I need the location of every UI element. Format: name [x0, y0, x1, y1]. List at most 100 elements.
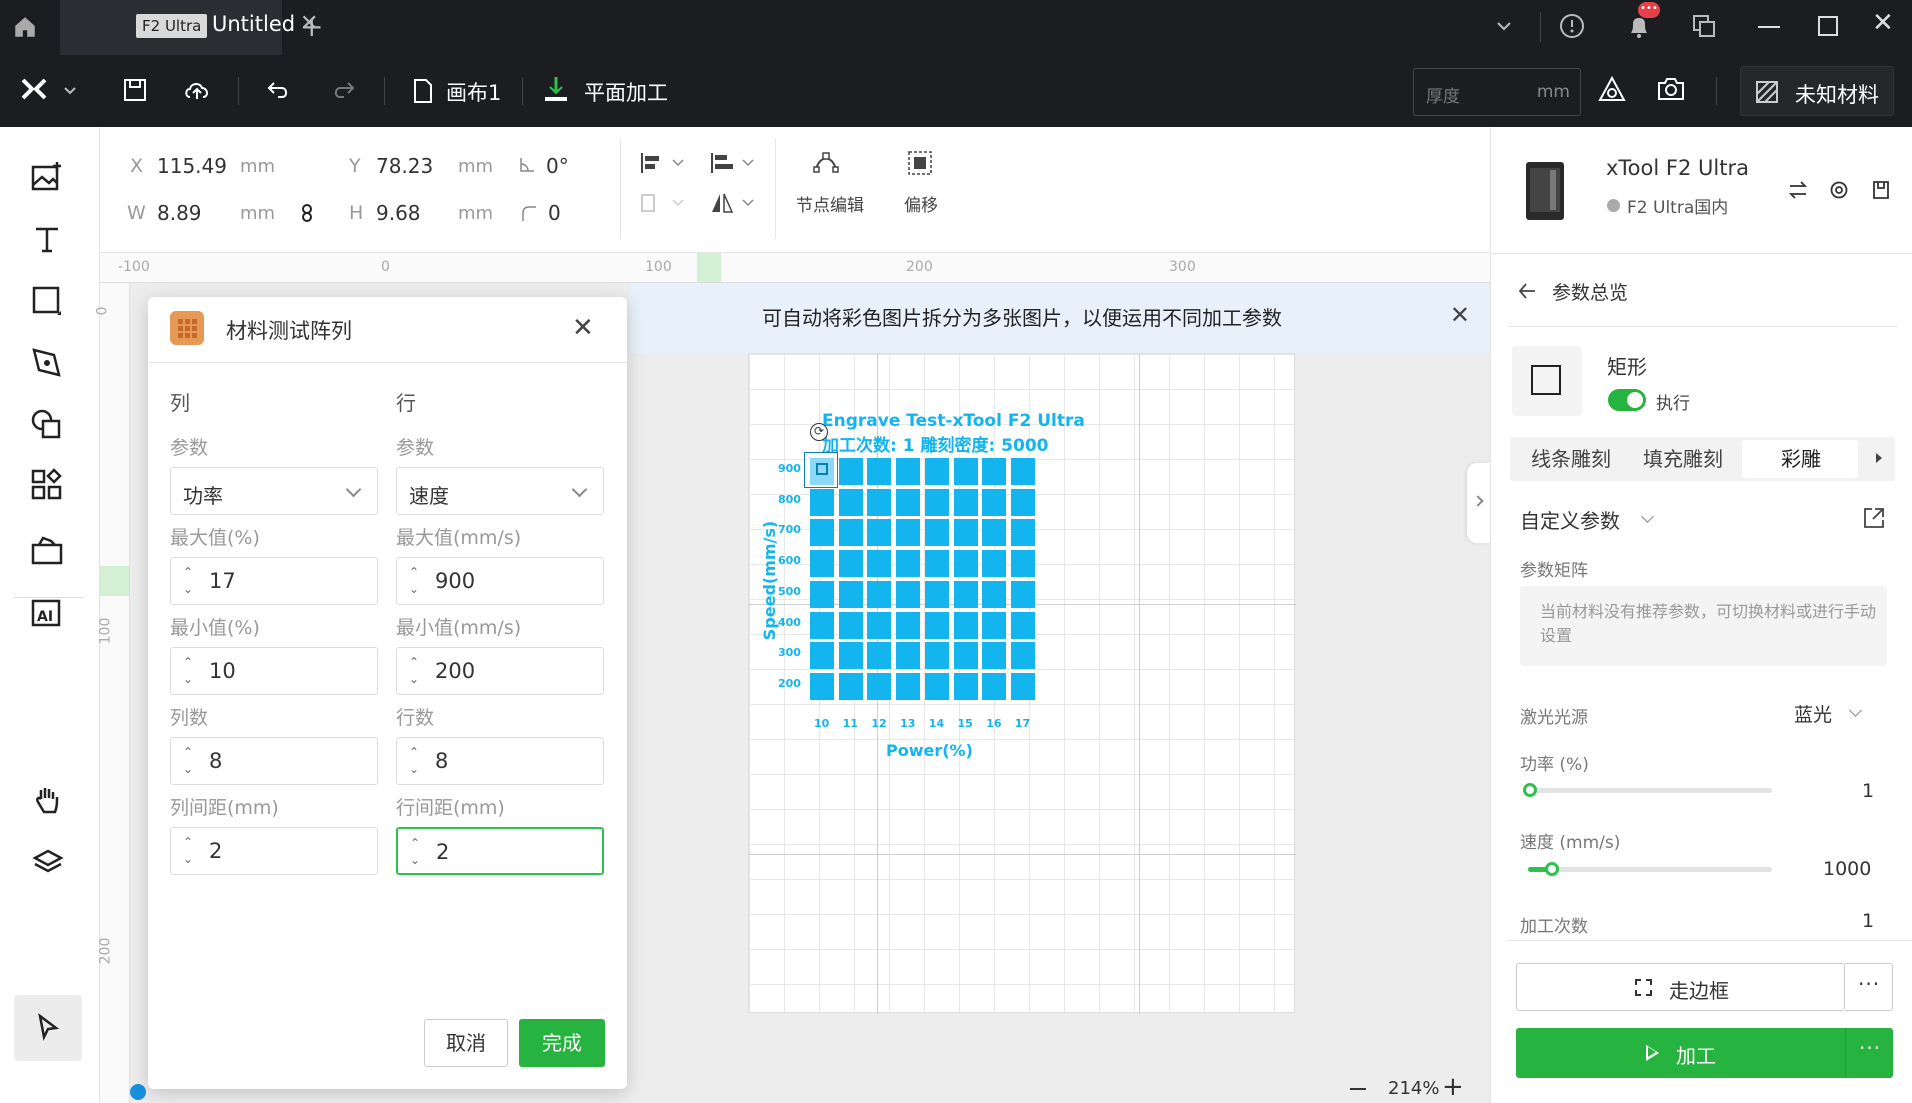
row-max-input[interactable]: ⌃ ⌄ 900 [396, 557, 604, 605]
document-tab[interactable]: F2 Ultra Untitled ✕ [60, 0, 318, 55]
text-tool-icon[interactable] [29, 221, 69, 261]
elements-tool-icon[interactable] [29, 407, 69, 447]
test-cell [953, 580, 978, 608]
shape-tool-icon[interactable] [29, 283, 69, 323]
speed-value[interactable]: 1000 [1823, 858, 1871, 880]
power-slider[interactable] [1523, 783, 1772, 797]
menu-chevron-icon[interactable] [62, 83, 78, 99]
hand-pan-icon[interactable] [31, 783, 71, 823]
project-library-icon[interactable] [29, 533, 69, 573]
offset-label[interactable]: 偏移 [904, 191, 938, 216]
feedback-icon[interactable] [1558, 12, 1586, 40]
speed-slider[interactable] [1528, 862, 1772, 876]
process-more-button[interactable]: ··· [1845, 1028, 1893, 1078]
row-param-select[interactable]: 速度 [396, 467, 604, 515]
close-window-icon[interactable]: ✕ [1872, 8, 1894, 38]
maximize-icon[interactable] [1818, 16, 1838, 36]
row-min-input[interactable]: ⌃ ⌄ 200 [396, 647, 604, 695]
tab-fill-engrave[interactable]: 填充雕刻 [1638, 437, 1728, 481]
stepper-icon[interactable]: ⌃ ⌄ [409, 564, 419, 598]
device-settings-icon[interactable] [1829, 180, 1849, 200]
zoom-level[interactable]: 214% [1388, 1078, 1439, 1099]
speed-tick-label: 900 [778, 462, 801, 475]
export-params-icon[interactable] [1862, 506, 1886, 530]
back-arrow-icon[interactable] [1517, 281, 1537, 301]
redo-icon[interactable] [330, 77, 356, 103]
stepper-icon[interactable]: ⌃ ⌄ [183, 834, 193, 868]
stepper-icon[interactable]: ⌃ ⌄ [183, 564, 193, 598]
ai-image-icon[interactable]: AI [29, 595, 69, 635]
tab-line-engrave[interactable]: 线条雕刻 [1526, 437, 1616, 481]
image-tool-icon[interactable] [29, 159, 69, 199]
w-input[interactable]: 8.89 [157, 201, 202, 225]
column-max-input[interactable]: ⌃ ⌄ 17 [170, 557, 378, 605]
xtool-logo-icon[interactable] [20, 77, 48, 101]
custom-params-select[interactable]: 自定义参数 [1520, 505, 1620, 534]
auto-measure-icon[interactable] [1596, 74, 1628, 106]
pen-tool-icon[interactable] [29, 345, 69, 385]
test-cell [982, 672, 1007, 700]
device-doc-icon[interactable] [1871, 180, 1891, 200]
material-test-grid[interactable]: Engrave Test-xTool F2 Ultra 加工次数: 1 雕刻密度… [750, 411, 1085, 761]
window-switch-icon[interactable] [1690, 12, 1718, 40]
node-edit-label[interactable]: 节点编辑 [796, 191, 864, 216]
corner-radius-input[interactable]: 0 [548, 201, 561, 225]
select-tool-active[interactable] [14, 995, 82, 1061]
align-icon[interactable] [640, 151, 690, 175]
stepper-icon[interactable]: ⌃ ⌄ [409, 654, 419, 688]
offset-icon[interactable] [906, 149, 934, 177]
angle-input[interactable]: 0° [546, 154, 569, 178]
frame-button[interactable]: 走边框 [1516, 963, 1845, 1011]
process-button[interactable]: 加工 [1516, 1028, 1845, 1078]
arrange-icon[interactable] [640, 191, 690, 215]
minimize-icon[interactable] [1758, 26, 1780, 28]
passes-value[interactable]: 1 [1862, 910, 1874, 932]
column-min-input[interactable]: ⌃ ⌄ 10 [170, 647, 378, 695]
home-icon[interactable] [12, 14, 38, 40]
apps-tool-icon[interactable] [29, 467, 69, 507]
column-param-select[interactable]: 功率 [170, 467, 378, 515]
close-dialog-icon[interactable]: ✕ [572, 313, 594, 343]
rotate-handle-icon[interactable]: ⟳ [810, 423, 828, 441]
stepper-icon[interactable]: ⌃ ⌄ [183, 744, 193, 778]
selection-handle[interactable] [816, 463, 828, 475]
stepper-icon[interactable]: ⌃ ⌄ [183, 654, 193, 688]
frame-more-button[interactable]: ··· [1845, 963, 1893, 1011]
material-selector[interactable]: 未知材料 [1740, 66, 1894, 116]
x-input[interactable]: 115.49 [157, 154, 227, 178]
row-gap-input[interactable]: ⌃ ⌄ 2 [396, 827, 604, 875]
distribute-icon[interactable] [710, 151, 760, 175]
y-input[interactable]: 78.23 [376, 154, 433, 178]
done-button[interactable]: 完成 [519, 1019, 605, 1067]
row-count-input[interactable]: ⌃ ⌄ 8 [396, 737, 604, 785]
collapse-panel-handle[interactable] [1467, 463, 1491, 543]
cancel-button[interactable]: 取消 [424, 1019, 508, 1067]
switch-device-icon[interactable] [1788, 180, 1808, 200]
stepper-icon[interactable]: ⌃ ⌄ [409, 744, 419, 778]
tabs-scroll-right-icon[interactable] [1876, 453, 1882, 463]
layers-icon[interactable] [31, 845, 71, 885]
canvas-selector[interactable]: 画布1 [446, 77, 501, 107]
node-edit-icon[interactable] [812, 149, 840, 177]
stepper-icon[interactable]: ⌃ ⌄ [410, 835, 420, 869]
power-value[interactable]: 1 [1862, 780, 1874, 802]
laser-source-value[interactable]: 蓝光 [1794, 700, 1832, 727]
zoom-out-icon[interactable] [1350, 1088, 1366, 1090]
chevron-down-icon[interactable] [1494, 16, 1514, 36]
cloud-upload-icon[interactable] [182, 77, 212, 103]
process-mode-selector[interactable]: 平面加工 [584, 77, 668, 107]
new-tab-icon[interactable]: + [300, 10, 323, 43]
thickness-input[interactable]: 厚度 mm [1413, 68, 1581, 116]
column-count-input[interactable]: ⌃ ⌄ 8 [170, 737, 378, 785]
close-banner-icon[interactable]: ✕ [1450, 301, 1470, 329]
tab-color-engrave[interactable]: 彩雕 [1756, 437, 1846, 481]
save-icon[interactable] [122, 77, 148, 103]
zoom-in-icon[interactable]: + [1442, 1072, 1464, 1102]
column-gap-input[interactable]: ⌃ ⌄ 2 [170, 827, 378, 875]
h-input[interactable]: 9.68 [376, 201, 421, 225]
execute-toggle[interactable] [1608, 389, 1646, 411]
undo-icon[interactable] [266, 77, 292, 103]
lock-ratio-icon[interactable] [300, 203, 314, 223]
camera-icon[interactable] [1656, 75, 1686, 103]
flip-icon[interactable] [710, 191, 760, 215]
